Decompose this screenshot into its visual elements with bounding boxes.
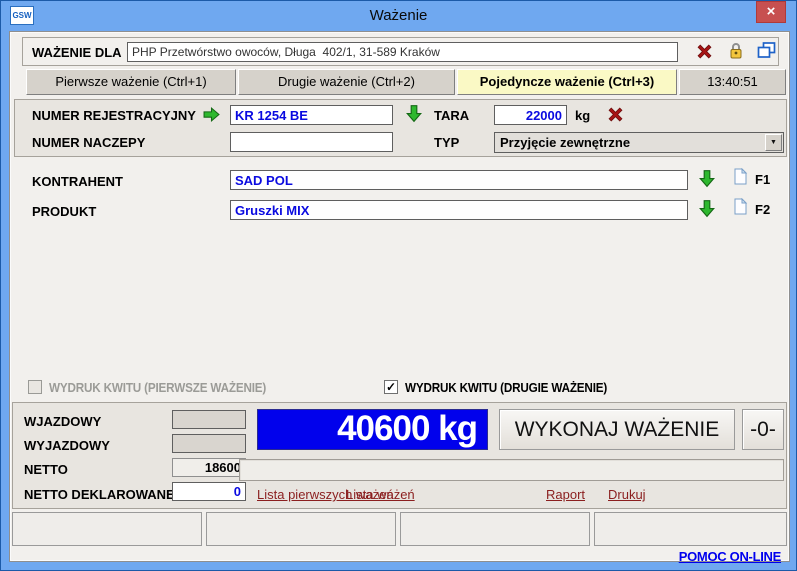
produkt-document-icon[interactable] (733, 198, 748, 215)
report-link[interactable]: Raport (546, 487, 585, 502)
zero-scale-button[interactable]: -0- (742, 409, 784, 450)
copy-windows-icon[interactable] (757, 42, 776, 59)
print-first-label: WYDRUK KWITU (PIERWSZE WAŻENIE) (49, 380, 290, 395)
wjazdowy-input (172, 410, 246, 429)
kontrahent-fkey-label: F1 (755, 172, 770, 187)
produkt-label: PRODUKT (32, 204, 96, 219)
wyjazdowy-label: WYJAZDOWY (24, 438, 110, 453)
netto-label: NETTO (24, 462, 68, 477)
print-link[interactable]: Drukuj (608, 487, 646, 502)
lock-icon[interactable] (728, 41, 744, 60)
netto-deklarowane-label: NETTO DEKLAROWANE (24, 487, 175, 502)
kontrahent-label: KONTRAHENT (32, 174, 123, 189)
scale-weight-display: 40600 kg (257, 409, 488, 450)
close-button[interactable]: × (756, 1, 786, 23)
reg-number-input[interactable] (230, 105, 393, 125)
bottom-slot-3 (400, 512, 590, 546)
netto-deklarowane-input[interactable] (172, 482, 246, 501)
online-help-link[interactable]: POMOC ON-LINE (679, 549, 781, 564)
kontrahent-input[interactable] (230, 170, 688, 190)
clear-client-icon[interactable] (696, 43, 713, 60)
clock-display: 13:40:51 (679, 69, 786, 95)
trailer-number-input[interactable] (230, 132, 393, 152)
print-second-checkbox[interactable]: ✓ (384, 380, 398, 394)
kontrahent-document-icon[interactable] (733, 168, 748, 185)
tara-label: TARA (434, 108, 469, 123)
execute-weighing-button[interactable]: WYKONAJ WAŻENIE (499, 409, 735, 450)
weighings-list-link[interactable]: Lista ważeń (346, 487, 415, 502)
weighing-window: GSW Ważenie × WAŻENIE DLA Pierwsze ważen… (0, 0, 797, 571)
window-title: Ważenie (1, 7, 796, 24)
netto-input (172, 458, 246, 477)
tab-single-weighing[interactable]: Pojedyncze ważenie (Ctrl+3) (457, 69, 677, 95)
bottom-slot-1 (12, 512, 202, 546)
type-combobox[interactable]: Przyjęcie zewnętrzne ▼ (494, 132, 784, 153)
main-panel: WAŻENIE DLA Pierwsze ważenie (Ctrl+1) Dr… (9, 31, 790, 562)
wazenie-dla-input[interactable] (127, 42, 678, 62)
reg-number-dropdown-icon[interactable] (405, 104, 423, 123)
combo-arrow-icon[interactable]: ▼ (765, 134, 782, 151)
tara-input[interactable] (494, 105, 567, 125)
type-combobox-value: Przyjęcie zewnętrzne (500, 135, 630, 150)
kontrahent-dropdown-icon[interactable] (698, 169, 716, 188)
wazenie-dla-label: WAŻENIE DLA (32, 45, 122, 60)
produkt-dropdown-icon[interactable] (698, 199, 716, 218)
tab-first-weighing[interactable]: Pierwsze ważenie (Ctrl+1) (26, 69, 236, 95)
clear-tara-icon[interactable] (607, 106, 624, 123)
bottom-slot-4 (594, 512, 787, 546)
bottom-slot-2 (206, 512, 396, 546)
tara-unit-label: kg (575, 108, 590, 123)
print-first-checkbox[interactable] (28, 380, 42, 394)
trailer-number-label: NUMER NACZEPY (32, 135, 145, 150)
weight-progress-bar (239, 459, 784, 481)
titlebar[interactable]: GSW Ważenie × (1, 1, 796, 31)
arrow-right-icon (202, 106, 221, 123)
produkt-input[interactable] (230, 200, 688, 220)
wjazdowy-label: WJAZDOWY (24, 414, 101, 429)
produkt-fkey-label: F2 (755, 202, 770, 217)
type-label: TYP (434, 135, 459, 150)
reg-number-label: NUMER REJESTRACYJNY (32, 108, 196, 123)
wyjazdowy-input (172, 434, 246, 453)
tab-second-weighing[interactable]: Drugie ważenie (Ctrl+2) (238, 69, 455, 95)
print-second-label: WYDRUK KWITU (DRUGIE WAŻENIE) (405, 380, 630, 395)
